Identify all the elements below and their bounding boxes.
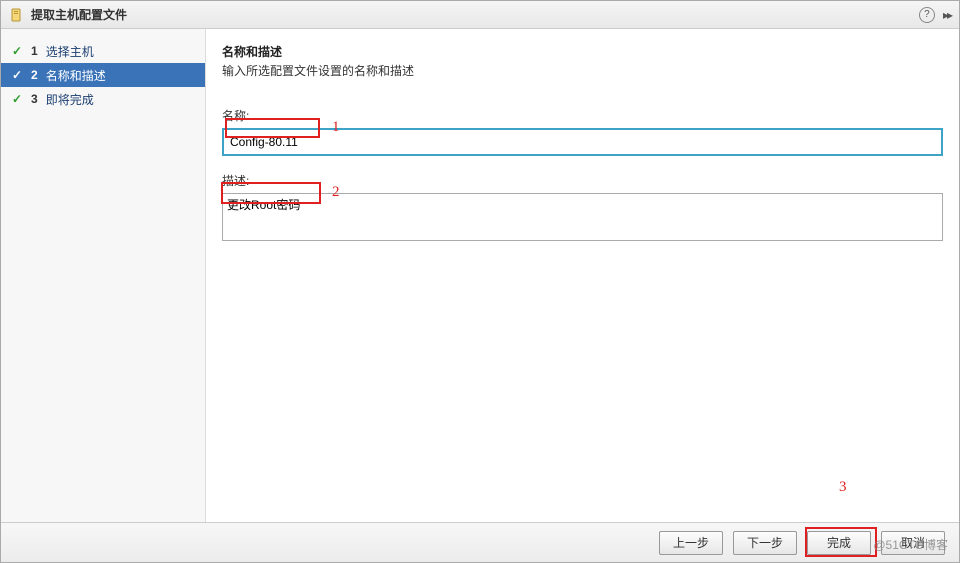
- step-name-desc[interactable]: ✓ 2 名称和描述: [1, 63, 205, 87]
- name-label: 名称:: [222, 107, 943, 124]
- annotation-number-3: 3: [839, 479, 847, 496]
- back-button[interactable]: 上一步: [659, 531, 723, 555]
- cancel-button[interactable]: 取消: [881, 531, 945, 555]
- check-icon: ✓: [11, 44, 23, 58]
- section-title: 名称和描述: [222, 43, 943, 60]
- step-number: 3: [31, 92, 38, 106]
- name-input-container: [222, 128, 943, 156]
- section-description: 输入所选配置文件设置的名称和描述: [222, 62, 943, 79]
- description-textarea[interactable]: [222, 193, 943, 241]
- step-label: 名称和描述: [46, 67, 106, 84]
- check-icon: ✓: [11, 68, 23, 82]
- step-label: 即将完成: [46, 91, 94, 108]
- profile-icon: [9, 7, 25, 23]
- dialog-title: 提取主机配置文件: [31, 6, 127, 23]
- wizard-main: 名称和描述 输入所选配置文件设置的名称和描述 名称: 描述: 1 2: [206, 29, 959, 522]
- dialog-body: ✓ 1 选择主机 ✓ 2 名称和描述 ✓ 3 即将完成 名称和描述 输入所选配置…: [1, 29, 959, 522]
- help-icon[interactable]: ?: [919, 7, 935, 23]
- next-button[interactable]: 下一步: [733, 531, 797, 555]
- wizard-dialog: 提取主机配置文件 ? ▸▸ ✓ 1 选择主机 ✓ 2 名称和描述 ✓ 3 即将完…: [0, 0, 960, 563]
- step-select-host[interactable]: ✓ 1 选择主机: [1, 39, 205, 63]
- step-ready-complete[interactable]: ✓ 3 即将完成: [1, 87, 205, 111]
- check-icon: ✓: [11, 92, 23, 106]
- dialog-footer: 上一步 下一步 完成 取消: [1, 522, 959, 562]
- step-number: 1: [31, 44, 38, 58]
- desc-label: 描述:: [222, 172, 943, 189]
- titlebar: 提取主机配置文件 ? ▸▸: [1, 1, 959, 29]
- finish-button[interactable]: 完成: [807, 531, 871, 555]
- annotation-number-2: 2: [332, 184, 340, 201]
- annotation-number-1: 1: [332, 119, 340, 136]
- step-number: 2: [31, 68, 38, 82]
- wizard-sidebar: ✓ 1 选择主机 ✓ 2 名称和描述 ✓ 3 即将完成: [1, 29, 206, 522]
- step-label: 选择主机: [46, 43, 94, 60]
- expand-icon[interactable]: ▸▸: [943, 8, 951, 22]
